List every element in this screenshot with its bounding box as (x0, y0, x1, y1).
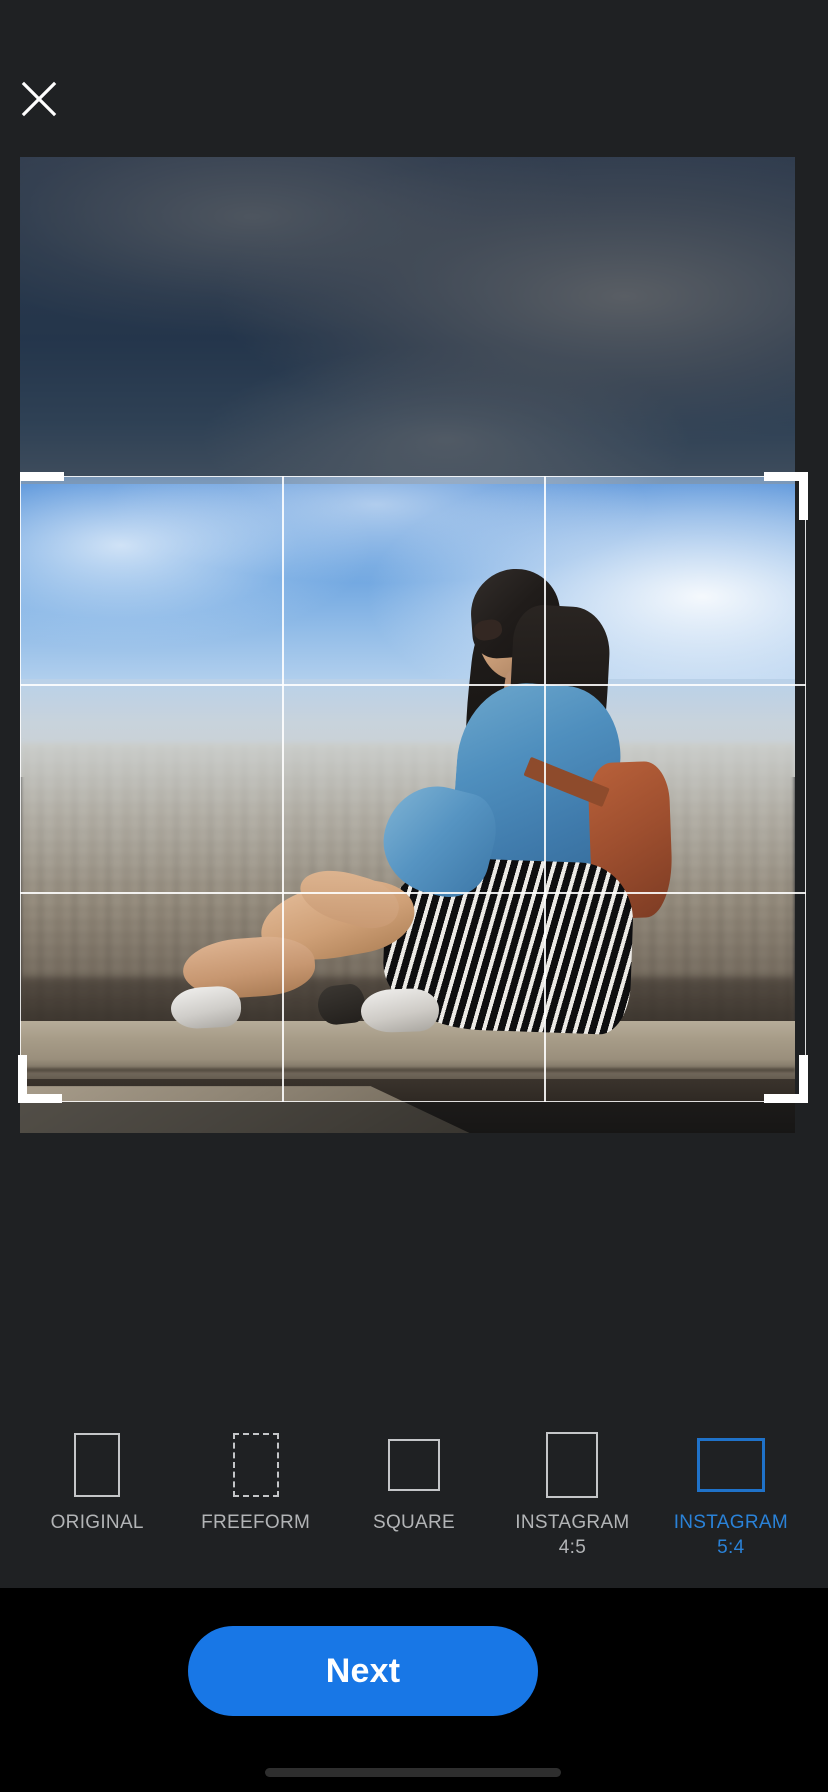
ratio-label-instagram-5-4: INSTAGRAM 5:4 (674, 1510, 788, 1560)
crop-handle-top-left[interactable] (20, 472, 64, 486)
ratio-label-text: INSTAGRAM (673, 1512, 788, 1533)
ratio-label-text: INSTAGRAM (515, 1512, 630, 1533)
bottom-bar: Next (0, 1588, 828, 1792)
ratio-label-original: ORIGINAL (51, 1510, 144, 1535)
ratio-sublabel-text: 4:5 (558, 1537, 587, 1559)
crop-dim-bottom (20, 1102, 795, 1133)
close-button[interactable] (10, 70, 68, 128)
rect-portrait-icon (546, 1432, 599, 1498)
ratio-icon-box (74, 1432, 121, 1498)
subject-sneaker-left (170, 984, 242, 1030)
top-bar (0, 0, 828, 157)
rect-square-icon (388, 1439, 441, 1491)
crop-handle-top-right[interactable] (764, 472, 808, 520)
subject-sneaker-right (360, 987, 440, 1033)
crop-dim-top (20, 157, 795, 476)
rect-landscape-icon (696, 1438, 765, 1492)
ratio-label-text: SQUARE (372, 1512, 456, 1533)
ratio-icon-box (696, 1432, 765, 1498)
ratio-label-instagram-4-5: INSTAGRAM 4:5 (515, 1510, 629, 1560)
ratio-option-instagram-5-4[interactable]: INSTAGRAM 5:4 (652, 1432, 810, 1560)
crop-handle-bottom-right[interactable] (764, 1055, 808, 1103)
subject-sandal (316, 982, 367, 1026)
ratio-icon-box (388, 1432, 441, 1498)
next-button-label: Next (325, 1651, 401, 1690)
ratio-option-instagram-4-5[interactable]: INSTAGRAM 4:5 (493, 1432, 651, 1560)
ratio-option-original[interactable]: ORIGINAL (18, 1432, 176, 1535)
rect-dashed-icon (232, 1433, 279, 1497)
rect-portrait-icon (74, 1433, 121, 1497)
ratio-icon-box (546, 1432, 599, 1498)
ratio-label-text: FREEFORM (201, 1512, 311, 1533)
ratio-icon-box (232, 1432, 279, 1498)
aspect-ratio-strip: ORIGINAL FREEFORM SQUARE INSTAGRAM 4:5 I… (0, 1388, 828, 1588)
crop-screen: ORIGINAL FREEFORM SQUARE INSTAGRAM 4:5 I… (0, 0, 828, 1792)
crop-editor-stage[interactable] (0, 157, 828, 1388)
ratio-label-square: SQUARE (373, 1510, 455, 1535)
close-icon (19, 79, 59, 119)
ratio-option-square[interactable]: SQUARE (335, 1432, 493, 1535)
ratio-sublabel-text: 5:4 (717, 1537, 745, 1559)
next-button[interactable]: Next (188, 1626, 538, 1716)
home-indicator[interactable] (265, 1768, 561, 1777)
ratio-option-freeform[interactable]: FREEFORM (176, 1432, 334, 1535)
ratio-label-text: ORIGINAL (50, 1512, 144, 1533)
crop-handle-bottom-left[interactable] (18, 1055, 62, 1103)
ratio-label-freeform: FREEFORM (201, 1510, 310, 1535)
